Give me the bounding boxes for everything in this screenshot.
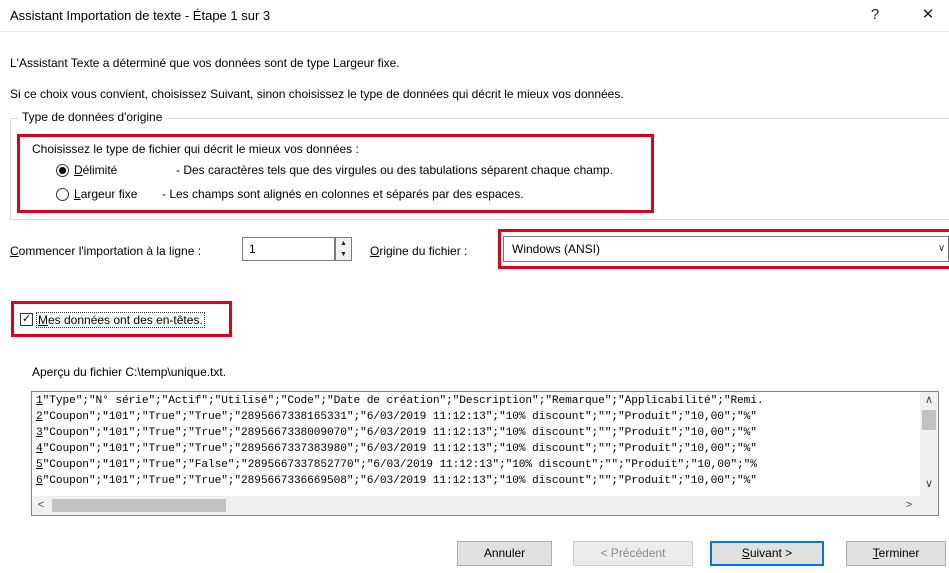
headers-checkbox[interactable]: ✓ <box>20 313 33 326</box>
window-title: Assistant Importation de texte - Étape 1… <box>10 8 271 23</box>
horizontal-scrollbar[interactable]: < > <box>32 496 938 515</box>
radio-fixed-width-label[interactable]: Largeur fixe <box>74 187 137 201</box>
spin-up-icon[interactable]: ▲ <box>336 238 351 249</box>
preview-line: 4"Coupon";"101";"True";"True";"289566733… <box>36 443 757 455</box>
vertical-scrollbar[interactable]: ∧ ∨ <box>920 392 938 496</box>
previous-button[interactable]: < Précédent <box>573 541 693 566</box>
chevron-down-icon[interactable]: ∨ <box>934 238 949 260</box>
intro-line-1: L'Assistant Texte a déterminé que vos do… <box>10 56 400 70</box>
horizontal-scroll-thumb[interactable] <box>52 499 226 512</box>
radio-delimited-desc: - Des caractères tels que des virgules o… <box>176 163 613 177</box>
preview-label: Aperçu du fichier C:\temp\unique.txt. <box>32 365 227 379</box>
scroll-down-icon[interactable]: ∨ <box>920 478 938 490</box>
radio-fixed-width[interactable] <box>56 188 69 201</box>
preview-line: 2"Coupon";"101";"True";"True";"289566733… <box>36 411 757 423</box>
file-origin-value: Windows (ANSI) <box>512 242 601 256</box>
file-preview-pane: 1"Type";"N° série";"Actif";"Utilisé";"Co… <box>31 391 939 516</box>
group-title: Type de données d'origine <box>18 110 167 124</box>
preview-line: 5"Coupon";"101";"True";"False";"28956673… <box>36 459 757 471</box>
radio-delimited[interactable] <box>56 164 69 177</box>
next-button[interactable]: Suivant > <box>710 541 824 566</box>
cancel-button[interactable]: Annuler <box>457 541 552 566</box>
start-row-label: Commencer l'importation à la ligne : <box>10 244 202 258</box>
finish-button[interactable]: Terminer <box>846 541 946 566</box>
scroll-left-icon[interactable]: < <box>34 499 48 511</box>
file-origin-label: Origine du fichier : <box>370 244 468 258</box>
close-button[interactable]: ✕ <box>913 4 943 26</box>
help-button[interactable]: ? <box>860 4 890 26</box>
start-row-spinner[interactable]: ▲ ▼ <box>335 237 352 261</box>
intro-line-2: Si ce choix vous convient, choisissez Su… <box>10 87 624 101</box>
preview-line: 6"Coupon";"101";"True";"True";"289566733… <box>36 475 757 487</box>
scroll-up-icon[interactable]: ∧ <box>920 394 938 406</box>
preview-line: 3"Coupon";"101";"True";"True";"289566733… <box>36 427 757 439</box>
radio-fixed-width-desc: - Les champs sont alignés en colonnes et… <box>162 187 524 201</box>
scroll-right-icon[interactable]: > <box>902 499 916 511</box>
headers-checkbox-label[interactable]: Mes données ont des en-têtes. <box>36 312 205 328</box>
vertical-scroll-thumb[interactable] <box>922 410 936 430</box>
file-origin-select[interactable]: Windows (ANSI) <box>503 236 949 262</box>
start-row-input[interactable]: 1 <box>242 237 335 261</box>
preview-line: 1"Type";"N° série";"Actif";"Utilisé";"Co… <box>36 395 764 407</box>
title-bar: Assistant Importation de texte - Étape 1… <box>0 0 949 32</box>
filetype-prompt: Choisissez le type de fichier qui décrit… <box>32 142 359 156</box>
spin-down-icon[interactable]: ▼ <box>336 249 351 260</box>
radio-delimited-label[interactable]: Délimité <box>74 163 117 177</box>
